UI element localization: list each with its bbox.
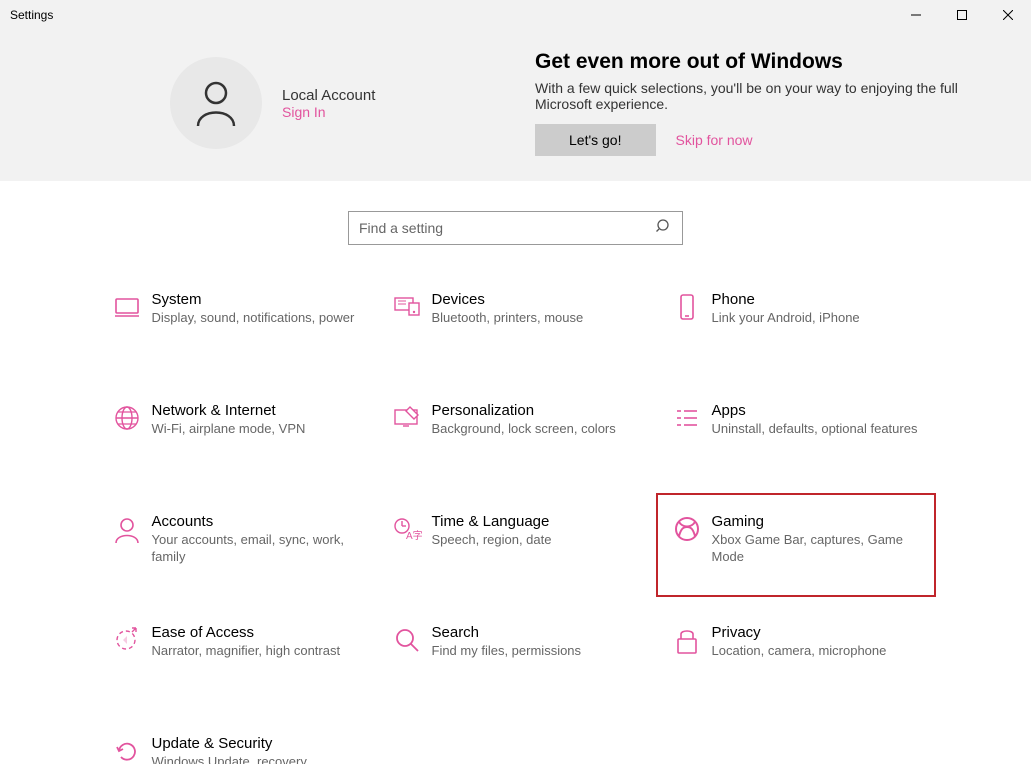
svg-text:A字: A字 bbox=[406, 529, 422, 542]
category-system[interactable]: System Display, sound, notifications, pow… bbox=[96, 285, 376, 361]
category-ease[interactable]: Ease of Access Narrator, magnifier, high … bbox=[96, 618, 376, 694]
search-icon bbox=[656, 218, 672, 239]
category-gaming[interactable]: Gaming Xbox Game Bar, captures, Game Mode bbox=[656, 493, 936, 597]
category-update[interactable]: Update & Security Windows Update, recover… bbox=[96, 729, 376, 764]
category-time[interactable]: A字 Time & Language Speech, region, date bbox=[376, 507, 656, 583]
category-title: Privacy bbox=[712, 624, 920, 641]
category-description: Background, lock screen, colors bbox=[432, 421, 640, 438]
personalization-icon bbox=[382, 402, 432, 466]
category-devices[interactable]: Devices Bluetooth, printers, mouse bbox=[376, 285, 656, 361]
category-title: Search bbox=[432, 624, 640, 641]
category-title: Gaming bbox=[712, 513, 920, 530]
system-icon bbox=[102, 291, 152, 355]
category-title: Phone bbox=[712, 291, 920, 308]
promo-description: With a few quick selections, you'll be o… bbox=[535, 80, 965, 112]
network-icon bbox=[102, 402, 152, 466]
category-apps[interactable]: Apps Uninstall, defaults, optional featur… bbox=[656, 396, 936, 472]
account-name: Local Account bbox=[282, 87, 375, 104]
category-description: Display, sound, notifications, power bbox=[152, 310, 360, 327]
category-description: Find my files, permissions bbox=[432, 643, 640, 660]
update-icon bbox=[102, 735, 152, 764]
promo-title: Get even more out of Windows bbox=[535, 50, 1001, 74]
category-title: System bbox=[152, 291, 360, 308]
category-title: Devices bbox=[432, 291, 640, 308]
category-phone[interactable]: Phone Link your Android, iPhone bbox=[656, 285, 936, 361]
account-section: Local Account Sign In bbox=[170, 50, 535, 156]
category-description: Location, camera, microphone bbox=[712, 643, 920, 660]
category-network[interactable]: Network & Internet Wi-Fi, airplane mode, … bbox=[96, 396, 376, 472]
maximize-button[interactable] bbox=[939, 0, 985, 30]
phone-icon bbox=[662, 291, 712, 355]
category-description: Speech, region, date bbox=[432, 532, 640, 549]
accounts-icon bbox=[102, 513, 152, 577]
category-description: Windows Update, recovery bbox=[152, 754, 360, 764]
category-title: Time & Language bbox=[432, 513, 640, 530]
search-input[interactable] bbox=[359, 220, 656, 236]
category-title: Ease of Access bbox=[152, 624, 360, 641]
time-icon: A字 bbox=[382, 513, 432, 577]
category-title: Network & Internet bbox=[152, 402, 360, 419]
privacy-icon bbox=[662, 624, 712, 688]
category-description: Your accounts, email, sync, work, family bbox=[152, 532, 360, 566]
category-personalization[interactable]: Personalization Background, lock screen, … bbox=[376, 396, 656, 472]
sign-in-link[interactable]: Sign In bbox=[282, 104, 375, 120]
devices-icon bbox=[382, 291, 432, 355]
category-title: Apps bbox=[712, 402, 920, 419]
category-description: Link your Android, iPhone bbox=[712, 310, 920, 327]
window-controls bbox=[893, 0, 1031, 30]
category-title: Personalization bbox=[432, 402, 640, 419]
search-box[interactable] bbox=[348, 211, 683, 245]
category-description: Xbox Game Bar, captures, Game Mode bbox=[712, 532, 920, 566]
account-banner: Local Account Sign In Get even more out … bbox=[0, 30, 1031, 181]
apps-icon bbox=[662, 402, 712, 466]
category-description: Narrator, magnifier, high contrast bbox=[152, 643, 360, 660]
category-description: Wi-Fi, airplane mode, VPN bbox=[152, 421, 360, 438]
category-privacy[interactable]: Privacy Location, camera, microphone bbox=[656, 618, 936, 694]
ease-icon bbox=[102, 624, 152, 688]
gaming-icon bbox=[662, 513, 712, 577]
category-search[interactable]: Search Find my files, permissions bbox=[376, 618, 656, 694]
minimize-button[interactable] bbox=[893, 0, 939, 30]
category-description: Uninstall, defaults, optional features bbox=[712, 421, 920, 438]
category-accounts[interactable]: Accounts Your accounts, email, sync, work… bbox=[96, 507, 376, 583]
search-wrapper bbox=[0, 211, 1031, 245]
category-title: Accounts bbox=[152, 513, 360, 530]
lets-go-button[interactable]: Let's go! bbox=[535, 124, 656, 156]
avatar-icon bbox=[170, 57, 262, 149]
category-title: Update & Security bbox=[152, 735, 360, 752]
close-button[interactable] bbox=[985, 0, 1031, 30]
search-icon bbox=[382, 624, 432, 688]
titlebar: Settings bbox=[0, 0, 1031, 30]
skip-link[interactable]: Skip for now bbox=[676, 132, 753, 148]
categories-grid: System Display, sound, notifications, pow… bbox=[76, 285, 956, 764]
category-description: Bluetooth, printers, mouse bbox=[432, 310, 640, 327]
window-title: Settings bbox=[10, 8, 53, 22]
promo-section: Get even more out of Windows With a few … bbox=[535, 50, 1031, 156]
